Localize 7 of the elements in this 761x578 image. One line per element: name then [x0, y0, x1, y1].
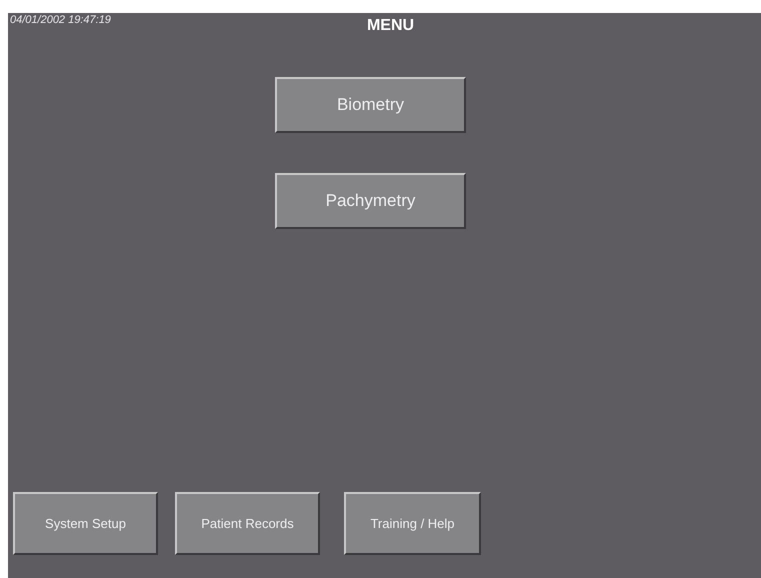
screen-title: MENU [366, 17, 414, 35]
menu-button[interactable]: Pachymetry [275, 173, 466, 229]
function-button[interactable]: System Setup [13, 492, 158, 555]
function-button[interactable]: Training / Help [344, 492, 481, 555]
timestamp: 04/01/2002 19:47:19 [10, 14, 111, 26]
menu-button[interactable]: Biometry [275, 77, 466, 133]
function-button[interactable]: Patient Records [175, 492, 320, 555]
